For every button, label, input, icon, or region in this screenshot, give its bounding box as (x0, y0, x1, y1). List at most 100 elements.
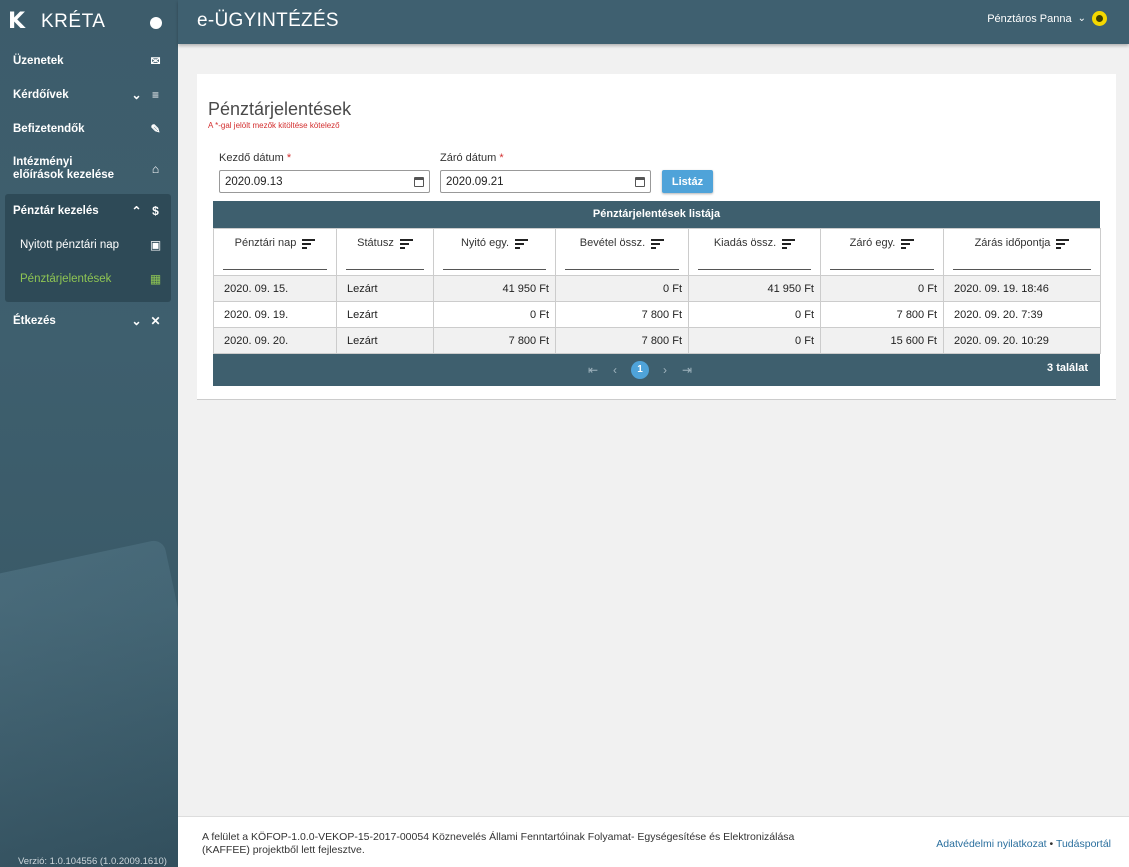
column-header[interactable]: Kiadás össz. (688, 228, 821, 276)
column-header[interactable]: Nyitó egy. (433, 228, 556, 276)
column-header-label: Pénztári nap (234, 237, 297, 249)
grid-title: Pénztárjelentések listája (213, 201, 1100, 228)
sort-icon[interactable] (302, 238, 316, 249)
table-row[interactable]: 2020. 09. 15. Lezárt 41 950 Ft 0 Ft 41 9… (213, 275, 1101, 302)
sort-icon[interactable] (651, 238, 665, 249)
table-cell: 2020. 09. 19. (213, 301, 337, 328)
sort-icon[interactable] (399, 238, 413, 249)
end-date-label-text: Záró dátum (440, 152, 497, 164)
column-filter-input[interactable] (830, 269, 934, 270)
required-note: A *-gal jelölt mezők kitöltése kötelező (208, 121, 340, 130)
footer-links: Adatvédelmi nyilatkozat • Tudásportál (936, 838, 1111, 850)
list-icon: ≡ (151, 87, 159, 102)
sidebar-menu: Üzenetek ✉ Kérdőívek ⌄ ≡ Befizetendők ✎ … (0, 44, 178, 338)
last-page-icon[interactable]: ⇥ (681, 363, 693, 377)
column-filter-input[interactable] (443, 269, 546, 270)
sort-icon[interactable] (782, 238, 796, 249)
brand[interactable]: K KRÉTA (0, 0, 178, 44)
sidebar-item-label: Intézményi előírások kezelése (13, 156, 115, 181)
pager: ⇤ ‹ 1 › ⇥ 3 találat (213, 354, 1100, 386)
sidebar-item-label: Pénztár kezelés (13, 204, 99, 217)
chevron-down-icon: ⌄ (131, 87, 142, 102)
sidebar-item-label: Nyitott pénztári nap (20, 238, 120, 251)
column-header-label: Zárás időpontja (974, 237, 1051, 249)
table-row[interactable]: 2020. 09. 20. Lezárt 7 800 Ft 7 800 Ft 0… (213, 327, 1101, 354)
privacy-link[interactable]: Adatvédelmi nyilatkozat (936, 838, 1046, 850)
cutlery-icon: ✕ (150, 313, 161, 328)
calendar-icon[interactable] (414, 176, 424, 187)
end-date-value: 2020.09.21 (446, 175, 504, 188)
sidebar-toggle-icon[interactable] (150, 17, 162, 29)
sidebar-item-label: Kérdőívek (13, 88, 69, 101)
end-date-label: Záró dátum * (440, 152, 504, 164)
page-number-button[interactable]: 1 (631, 361, 649, 379)
next-page-icon[interactable]: › (659, 363, 671, 377)
start-date-value: 2020.09.13 (225, 175, 283, 188)
calendar-icon[interactable] (635, 176, 645, 187)
table-cell: Lezárt (336, 327, 434, 354)
sort-icon[interactable] (515, 238, 529, 249)
column-header-label: Bevétel össz. (579, 237, 646, 249)
required-star: * (499, 152, 504, 164)
table-cell: 0 Ft (433, 301, 556, 328)
column-filter-input[interactable] (698, 269, 811, 270)
pager-controls: ⇤ ‹ 1 › ⇥ (587, 361, 693, 379)
sidebar-item-uzenetek[interactable]: Üzenetek ✉ (0, 44, 178, 78)
table-icon: ▦ (149, 271, 162, 286)
knowledge-portal-link[interactable]: Tudásportál (1056, 838, 1111, 850)
column-header-label: Nyitó egy. (460, 237, 510, 249)
sort-icon[interactable] (1056, 238, 1070, 249)
sidebar-group-penztar: Pénztár kezelés ⌃ $ Nyitott pénztári nap… (5, 194, 171, 302)
app-title: e-ÜGYINTÉZÉS (197, 10, 339, 31)
column-filter-input[interactable] (953, 269, 1091, 270)
result-count: 3 találat (1047, 362, 1088, 374)
sidebar-item-etkezes[interactable]: Étkezés ⌄ ✕ (0, 304, 178, 338)
list-button[interactable]: Listáz (662, 170, 713, 193)
column-filter-input[interactable] (346, 269, 424, 270)
sidebar-item-label: Étkezés (13, 314, 56, 327)
footer-separator: • (1049, 838, 1054, 850)
prev-page-icon[interactable]: ‹ (609, 363, 621, 377)
sort-icon[interactable] (901, 238, 915, 249)
top-bar: e-ÜGYINTÉZÉS Pénztáros Panna ⌄ (178, 0, 1129, 44)
bank-icon: ⌂ (151, 161, 160, 176)
table-cell: 15 600 Ft (820, 327, 944, 354)
start-date-input[interactable]: 2020.09.13 (219, 170, 430, 193)
chevron-down-icon: ⌄ (1077, 13, 1086, 24)
sidebar-item-kerdoivek[interactable]: Kérdőívek ⌄ ≡ (0, 78, 178, 112)
sidebar-item-label: Befizetendők (13, 122, 85, 135)
sidebar-item-penztar-kezeles[interactable]: Pénztár kezelés ⌃ $ (5, 194, 171, 228)
first-page-icon[interactable]: ⇤ (587, 363, 599, 377)
chevron-up-icon: ⌃ (131, 203, 142, 218)
column-filter-input[interactable] (223, 269, 327, 270)
sidebar-item-label: Pénztárjelentések (20, 272, 112, 285)
column-header[interactable]: Bevétel össz. (555, 228, 689, 276)
start-date-label: Kezdő dátum * (219, 152, 291, 164)
payment-icon: ✎ (150, 121, 161, 136)
calendar-icon: ▣ (149, 237, 162, 252)
table-cell: 2020. 09. 15. (213, 275, 337, 302)
table-cell: 7 800 Ft (433, 327, 556, 354)
column-header[interactable]: Záró egy. (820, 228, 944, 276)
report-grid: Pénztárjelentések listája Pénztári nap S… (213, 201, 1101, 386)
user-menu[interactable]: Pénztáros Panna ⌄ (987, 11, 1107, 26)
main-card: Pénztárjelentések A *-gal jelölt mezők k… (197, 74, 1116, 400)
column-header[interactable]: Zárás időpontja (943, 228, 1101, 276)
column-header[interactable]: Pénztári nap (213, 228, 337, 276)
sidebar: K KRÉTA Üzenetek ✉ Kérdőívek ⌄ ≡ Befizet… (0, 0, 178, 867)
end-date-input[interactable]: 2020.09.21 (440, 170, 651, 193)
column-header-label: Kiadás össz. (713, 237, 777, 249)
column-filter-input[interactable] (565, 269, 679, 270)
table-row[interactable]: 2020. 09. 19. Lezárt 0 Ft 7 800 Ft 0 Ft … (213, 301, 1101, 328)
column-header[interactable]: Státusz (336, 228, 434, 276)
table-cell: 0 Ft (555, 275, 689, 302)
version-text: Verzió: 1.0.104556 (1.0.2009.1610) (18, 856, 167, 867)
sidebar-item-nyitott-penztari-nap[interactable]: Nyitott pénztári nap ▣ (5, 228, 171, 262)
sidebar-item-penztarjelentesek[interactable]: Pénztárjelentések ▦ (5, 262, 171, 296)
start-date-label-text: Kezdő dátum (219, 152, 284, 164)
user-avatar-icon (1092, 11, 1107, 26)
sidebar-item-befizetendok[interactable]: Befizetendők ✎ (0, 112, 178, 146)
sidebar-item-intezmenyi-eloirasok[interactable]: Intézményi előírások kezelése ⌂ (0, 146, 178, 192)
table-cell: Lezárt (336, 275, 434, 302)
report-table: Pénztári nap Státusz Nyitó egy. Bevétel … (213, 228, 1101, 354)
